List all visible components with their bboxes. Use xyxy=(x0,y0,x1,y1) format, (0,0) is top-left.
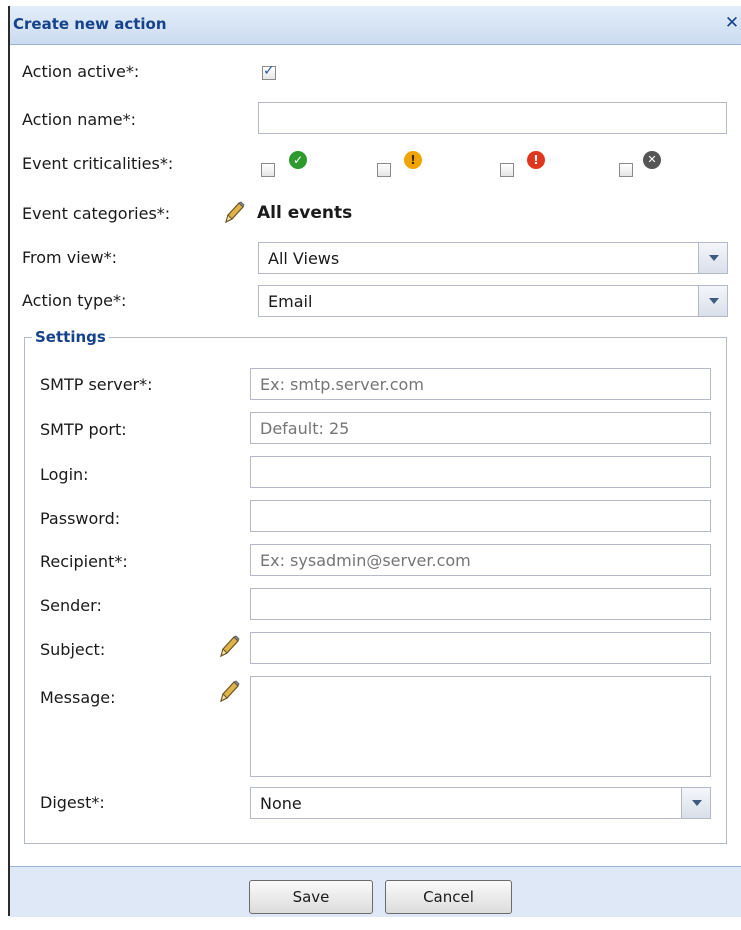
action-active-label: Action active*: xyxy=(22,62,140,81)
warning-icon: ! xyxy=(404,151,422,169)
digest-select[interactable]: None xyxy=(250,787,711,819)
recipient-label: Recipient*: xyxy=(40,552,128,571)
action-type-select[interactable]: Email xyxy=(258,285,728,317)
create-action-dialog: Create new action ✕ Action active*: Acti… xyxy=(8,6,741,917)
recipient-input[interactable] xyxy=(250,544,711,576)
from-view-selected: All Views xyxy=(268,249,340,268)
event-categories-value: All events xyxy=(257,203,353,223)
error-icon: ! xyxy=(527,151,545,169)
ok-check-icon: ✓ xyxy=(289,151,307,169)
criticality-unknown-checkbox[interactable] xyxy=(619,163,633,177)
subject-label: Subject: xyxy=(40,640,106,659)
event-categories-label: Event categories*: xyxy=(22,204,171,223)
sender-label: Sender: xyxy=(40,596,102,615)
password-input[interactable] xyxy=(250,500,711,532)
digest-selected: None xyxy=(260,794,302,813)
edit-categories-pencil-icon[interactable] xyxy=(222,200,246,226)
digest-label: Digest*: xyxy=(40,793,105,812)
action-name-input[interactable] xyxy=(258,102,727,134)
chevron-down-icon[interactable] xyxy=(698,243,727,273)
edit-subject-pencil-icon[interactable] xyxy=(217,634,241,660)
smtp-port-label: SMTP port: xyxy=(40,420,127,439)
action-type-label: Action type*: xyxy=(22,291,127,310)
cancel-button[interactable]: Cancel xyxy=(385,880,512,914)
unknown-x-icon: ✕ xyxy=(643,151,661,169)
save-button[interactable]: Save xyxy=(249,880,373,914)
action-active-checkbox[interactable] xyxy=(262,63,276,80)
chevron-down-icon[interactable] xyxy=(681,788,710,818)
subject-input[interactable] xyxy=(250,632,711,664)
close-icon[interactable]: ✕ xyxy=(723,14,741,32)
message-label: Message: xyxy=(40,688,116,707)
from-view-select[interactable]: All Views xyxy=(258,242,728,274)
criticality-error-checkbox[interactable] xyxy=(500,163,514,177)
message-textarea[interactable] xyxy=(250,676,711,777)
criticality-ok-checkbox[interactable] xyxy=(261,163,275,177)
chevron-down-icon[interactable] xyxy=(698,286,727,316)
settings-legend: Settings xyxy=(32,328,109,346)
dialog-footer xyxy=(10,866,741,917)
criticality-warning-checkbox[interactable] xyxy=(377,163,391,177)
smtp-server-label: SMTP server*: xyxy=(40,375,153,394)
password-label: Password: xyxy=(40,509,121,528)
sender-input[interactable] xyxy=(250,588,711,620)
smtp-port-input[interactable] xyxy=(250,412,711,444)
event-criticalities-label: Event criticalities*: xyxy=(22,154,174,173)
login-input[interactable] xyxy=(250,456,711,488)
login-label: Login: xyxy=(40,465,89,484)
action-type-selected: Email xyxy=(268,292,313,311)
dialog-title: Create new action xyxy=(13,15,167,33)
dialog-titlebar[interactable]: Create new action ✕ xyxy=(10,6,741,45)
edit-message-pencil-icon[interactable] xyxy=(217,679,241,705)
smtp-server-input[interactable] xyxy=(250,368,711,400)
action-name-label: Action name*: xyxy=(22,110,136,129)
from-view-label: From view*: xyxy=(22,248,117,267)
